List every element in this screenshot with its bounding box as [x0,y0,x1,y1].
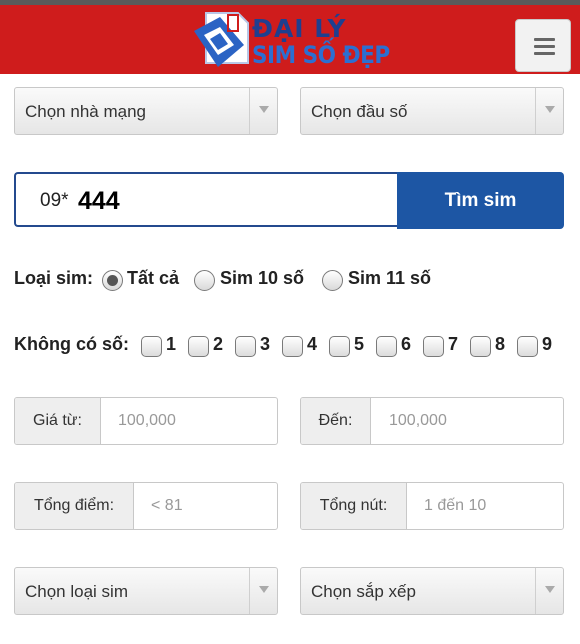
exclude-digit-3-checkbox[interactable] [235,336,256,357]
price-to-label: Đến: [301,398,371,444]
sort-select[interactable]: Chọn sắp xếp [300,567,564,615]
exclude-digit-4-checkbox[interactable] [282,336,303,357]
radio-all-label: Tất cả [127,268,180,288]
menu-button[interactable] [515,19,571,72]
hamburger-menu-icon [534,38,555,41]
sim-card-logo-icon [194,12,249,67]
sim-search-input[interactable]: 09* 444 [14,172,398,227]
exclude-digit-8-label: 8 [495,334,506,354]
exclude-digit-4-label: 4 [307,334,318,354]
sim-kind-select-label: Chọn loại sim [25,582,128,601]
chevron-down-icon [249,568,277,614]
exclude-digit-6-checkbox[interactable] [376,336,397,357]
prefix-select-label: Chọn đầu số [311,102,408,121]
price-from-label: Giá từ: [15,398,101,444]
total-nut-label: Tổng nút: [301,483,407,529]
exclude-digit-9-label: 9 [542,334,553,354]
exclude-digit-3-label: 3 [260,334,271,354]
sim-kind-select[interactable]: Chọn loại sim [14,567,278,615]
radio-all[interactable] [102,270,123,291]
network-select[interactable]: Chọn nhà mạng [14,87,278,135]
chevron-down-icon [535,568,563,614]
exclude-digit-5-checkbox[interactable] [329,336,350,357]
radio-11-digits-label: Sim 11 số [348,268,432,288]
exclude-digit-8-checkbox[interactable] [470,336,491,357]
exclude-digit-2-label: 2 [213,334,224,354]
exclude-digit-6-label: 6 [401,334,412,354]
sim-type-label: Loại sim: [14,268,94,288]
network-select-label: Chọn nhà mạng [25,102,146,121]
total-score-field[interactable]: Tổng điểm: < 81 [14,482,278,530]
exclude-digit-2-checkbox[interactable] [188,336,209,357]
search-query-prefix: 09* [40,190,69,211]
exclude-digits-label: Không có số: [14,334,129,354]
chevron-down-icon [535,88,563,134]
price-to-field[interactable]: Đến: 100,000 [300,397,564,445]
search-button[interactable]: Tìm sim [397,172,564,229]
total-score-input[interactable]: < 81 [151,497,183,515]
radio-11-digits[interactable] [322,270,343,291]
prefix-select[interactable]: Chọn đầu số [300,87,564,135]
radio-10-digits[interactable] [194,270,215,291]
exclude-digit-5-label: 5 [354,334,365,354]
price-from-input[interactable]: 100,000 [118,412,176,430]
exclude-digit-1-label: 1 [166,334,177,354]
radio-10-digits-label: Sim 10 số [220,268,305,288]
sort-select-label: Chọn sắp xếp [311,582,416,601]
total-nut-field[interactable]: Tổng nút: 1 đến 10 [300,482,564,530]
total-score-label: Tổng điểm: [15,483,134,529]
site-header: ĐẠI LÝ SIM SỐ ĐẸP [0,5,580,74]
logo-text-bottom: SIM SỐ ĐẸP [252,41,390,69]
exclude-digit-9-checkbox[interactable] [517,336,538,357]
price-to-input[interactable]: 100,000 [389,412,447,430]
price-from-field[interactable]: Giá từ: 100,000 [14,397,278,445]
exclude-digit-7-checkbox[interactable] [423,336,444,357]
site-logo[interactable]: ĐẠI LÝ SIM SỐ ĐẸP [192,11,392,71]
exclude-digit-7-label: 7 [448,334,459,354]
logo-text-top: ĐẠI LÝ [252,14,347,43]
search-query-digits: 444 [78,187,120,215]
total-nut-input[interactable]: 1 đến 10 [424,497,486,515]
chevron-down-icon [249,88,277,134]
exclude-digit-1-checkbox[interactable] [141,336,162,357]
